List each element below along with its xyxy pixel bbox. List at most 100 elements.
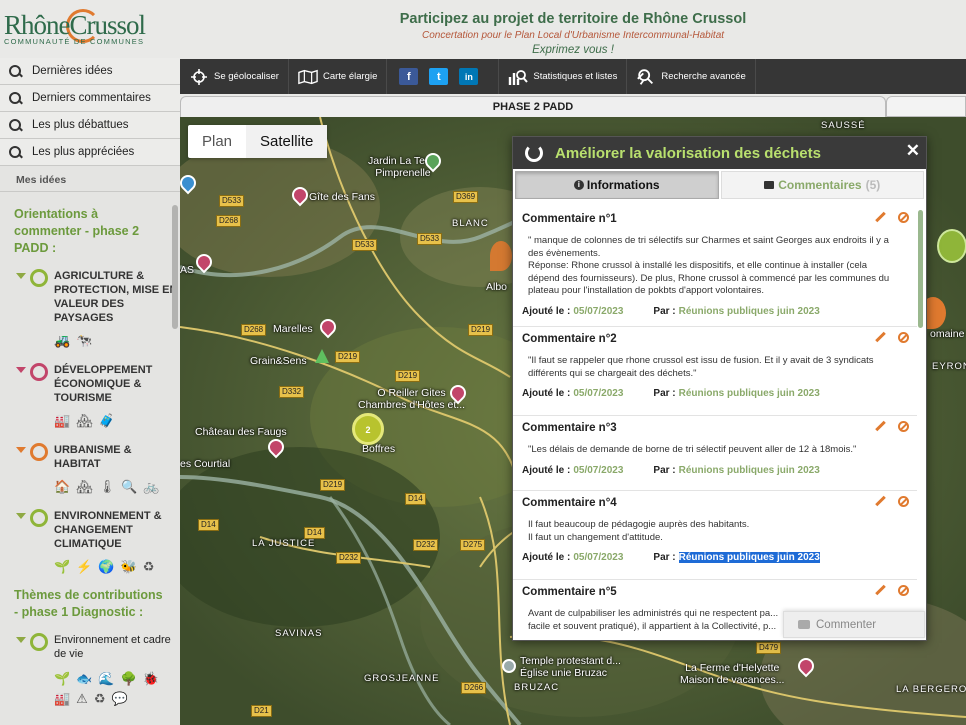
edit-icon[interactable] <box>875 332 886 343</box>
comment-icon <box>798 620 810 629</box>
expand-icon[interactable] <box>16 367 26 373</box>
search-icon <box>8 91 22 105</box>
expand-icon[interactable] <box>16 637 26 643</box>
edit-icon[interactable] <box>875 496 886 507</box>
tab-phase-other[interactable] <box>886 96 966 117</box>
logo-sub: COMMUNAUTÉ DE COMMUNES <box>4 37 145 46</box>
category-environnement-cadre[interactable]: Environnement et cadre de vie 🌱🐟🌊🌳🐞 🏭⚠♻💬 <box>0 633 180 709</box>
edit-icon[interactable] <box>875 585 886 596</box>
menu-derniers-commentaires[interactable]: Derniers commentaires <box>0 85 180 112</box>
menu-plus-debattues[interactable]: Les plus débattues <box>0 112 180 139</box>
comment-author[interactable]: Réunions publiques juin 2023 <box>679 465 820 476</box>
expand-icon[interactable] <box>16 273 26 279</box>
menu-plus-appreciees[interactable]: Les plus appréciées <box>0 139 180 166</box>
menu-dernieres-idees[interactable]: Dernières idées <box>0 58 180 85</box>
close-icon[interactable]: ✕ <box>906 141 920 161</box>
comment-item: Commentaire n°3 "Les délais de demande d… <box>513 416 917 491</box>
map-type-toggle: Plan Satellite <box>188 125 328 158</box>
report-icon[interactable] <box>898 332 909 343</box>
search-icon <box>8 64 22 78</box>
toggle-satellite[interactable]: Satellite <box>246 125 328 158</box>
tab-commentaires[interactable]: Commentaires (5) <box>720 171 924 199</box>
lightbulb-icon <box>30 633 48 651</box>
category-environnement[interactable]: ENVIRONNEMENT & CHANGEMENT CLIMATIQUE 🌱⚡… <box>0 509 180 575</box>
comment-date: 05/07/2023 <box>573 552 624 563</box>
category-developpement[interactable]: DÉVELOPPEMENT ÉCONOMIQUE & TOURISME 🏭🏘🧳 <box>0 363 180 429</box>
tab-commentaires-label: Commentaires <box>778 178 862 192</box>
panel-scrollbar[interactable] <box>918 210 923 328</box>
by-label: Par : <box>653 552 676 563</box>
subcategory-icons[interactable]: 🚜🐄 <box>54 333 180 349</box>
facebook-icon[interactable]: f <box>399 68 419 85</box>
road-label: D232 <box>413 539 439 551</box>
report-icon[interactable] <box>898 421 909 432</box>
stats-button[interactable]: Statistiques et listes <box>499 59 628 94</box>
panel-title: Améliorer la valorisation des déchets <box>555 144 821 162</box>
category-label: ENVIRONNEMENT & CHANGEMENT CLIMATIQUE <box>54 510 162 550</box>
report-icon[interactable] <box>898 212 909 223</box>
menu-label: Derniers commentaires <box>32 92 151 104</box>
recherche-avancee-button[interactable]: Recherche avancée <box>627 59 756 94</box>
geolocate-button[interactable]: Se géolocaliser <box>180 59 289 94</box>
road-label: D533 <box>219 195 245 207</box>
comment-item: Commentaire n°2 "Il faut se rappeler que… <box>513 327 917 416</box>
menu-mes-idees[interactable]: Mes idées <box>0 166 180 192</box>
idea-marker-icon[interactable] <box>490 241 512 271</box>
linkedin-icon[interactable]: in <box>459 68 479 85</box>
report-icon[interactable] <box>898 585 909 596</box>
carte-elargie-button[interactable]: Carte élargie <box>289 59 388 94</box>
comment-icon <box>764 181 775 189</box>
tab-phase2-padd[interactable]: PHASE 2 PADD <box>180 96 886 117</box>
twitter-icon[interactable]: t <box>429 68 449 85</box>
comment-title: Commentaire n°1 <box>522 213 617 225</box>
place-label: Marelles <box>273 323 313 335</box>
category-urbanisme[interactable]: URBANISME & HABITAT 🏠🏘🌡🔍🚲 <box>0 443 180 495</box>
added-label: Ajouté le : <box>522 388 571 399</box>
report-icon[interactable] <box>898 496 909 507</box>
sidebar-scrollbar[interactable] <box>172 205 178 329</box>
comment-text: " manque de colonnes de tri sélectifs su… <box>528 235 890 296</box>
place-label: Gîte des Fans <box>309 191 375 203</box>
place-label: AS <box>180 264 195 276</box>
added-label: Ajouté le : <box>522 552 571 563</box>
edit-icon[interactable] <box>875 421 886 432</box>
edit-icon[interactable] <box>875 212 886 223</box>
expand-icon[interactable] <box>16 447 26 453</box>
section-orientations-title: Orientations à commenter - phase 2 PADD … <box>14 207 140 255</box>
subcategory-icons[interactable]: 🌱🐟🌊🌳🐞 🏭⚠♻💬 <box>54 669 180 709</box>
comments-list[interactable]: Commentaire n°1 " manque de colonnes de … <box>513 207 917 637</box>
road-label: D219 <box>320 479 346 491</box>
subcategory-icons[interactable]: 🌱⚡🌍🐝♻ <box>54 559 180 575</box>
comment-author[interactable]: Réunions publiques juin 2023 <box>679 306 820 317</box>
category-label: URBANISME & HABITAT <box>54 444 132 470</box>
idea-marker-icon[interactable] <box>937 229 966 263</box>
place-label: EYRON <box>932 361 966 372</box>
subcategory-icons[interactable]: 🏭🏘🧳 <box>54 413 180 429</box>
search-map-icon <box>636 68 656 85</box>
comment-item: Commentaire n°4 Il faut beaucoup de péda… <box>513 491 917 580</box>
road-label: D14 <box>405 493 426 505</box>
commenter-label: Commenter <box>816 618 877 631</box>
section-themes-title: Thèmes de contributions - phase 1 Diagno… <box>14 588 163 619</box>
lightbulb-icon <box>30 269 48 287</box>
comment-author[interactable]: Réunions publiques juin 2023 <box>678 552 820 563</box>
subcategory-icons[interactable]: 🏠🏘🌡🔍🚲 <box>54 479 180 495</box>
expand-icon[interactable] <box>16 513 26 519</box>
logo[interactable]: RhôneCrussol COMMUNAUTÉ DE COMMUNES <box>0 0 180 58</box>
comments-count: (5) <box>865 178 881 192</box>
by-label: Par : <box>653 305 676 317</box>
comment-text: "Les délais de demande de borne de tri s… <box>528 444 857 455</box>
map-book-icon <box>298 68 318 85</box>
tab-informations[interactable]: i Informations <box>515 171 719 199</box>
comment-title: Commentaire n°4 <box>522 497 617 509</box>
panel-tabs: i Informations Commentaires (5) <box>515 171 924 199</box>
page-subtitle: Concertation pour le Plan Local d'Urbani… <box>421 30 725 41</box>
comment-meta: Ajouté le :05/07/2023 Par : Réunions publi… <box>522 544 909 567</box>
commenter-button[interactable]: Commenter <box>783 611 925 638</box>
category-agriculture[interactable]: AGRICULTURE & PROTECTION, MISE EN VALEUR… <box>0 269 180 349</box>
cluster-marker[interactable]: 2 <box>352 413 384 445</box>
comment-author[interactable]: Réunions publiques juin 2023 <box>679 388 820 399</box>
toggle-plan[interactable]: Plan <box>188 125 246 158</box>
search-icon <box>8 145 22 159</box>
road-label: D14 <box>198 519 219 531</box>
